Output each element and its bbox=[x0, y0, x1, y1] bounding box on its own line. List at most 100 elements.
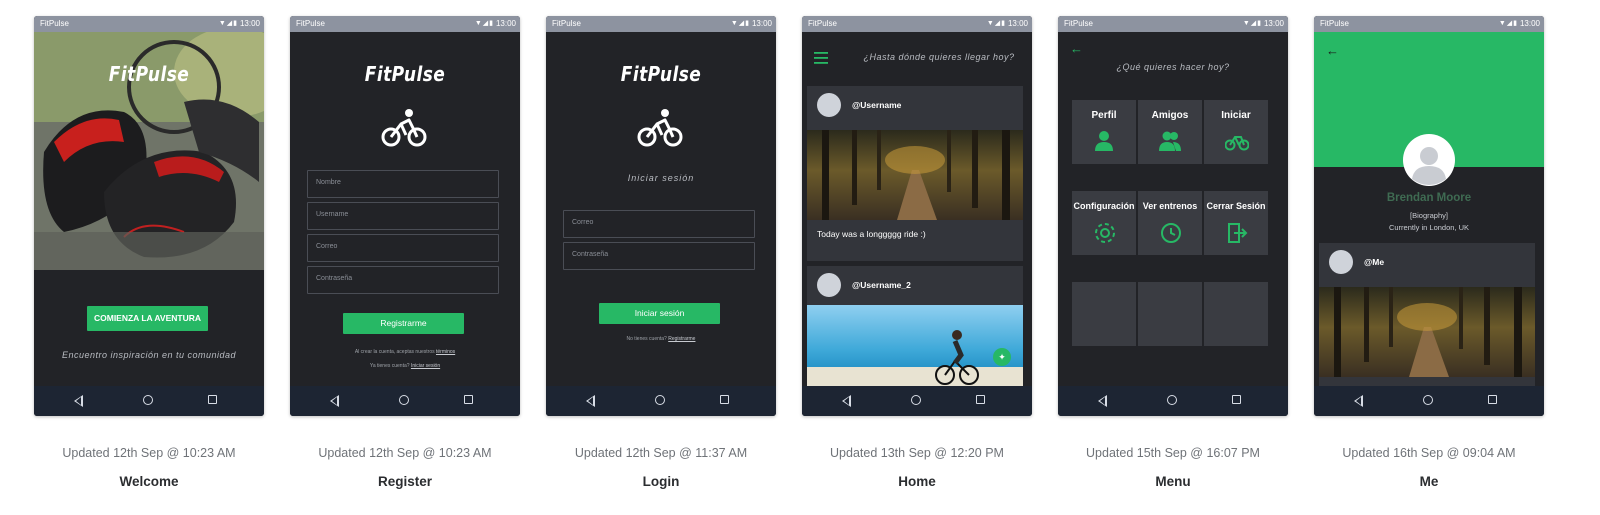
home-header: ¿Hasta dónde quieres llegar hoy? bbox=[863, 52, 1015, 62]
fab-button[interactable]: ✦ bbox=[993, 348, 1011, 366]
forest-road-photo bbox=[807, 130, 1023, 220]
back-icon[interactable] bbox=[1098, 395, 1107, 407]
home-icon[interactable] bbox=[399, 395, 409, 405]
register-phone: FitPulse ▼◢▮ 13:00 FitPulse Nombre Usern… bbox=[290, 16, 520, 416]
email-field[interactable]: Correo bbox=[563, 210, 755, 238]
start-tile[interactable]: Iniciar bbox=[1204, 100, 1268, 164]
tagline: Encuentro inspiración en tu comunidad bbox=[61, 350, 237, 360]
login-subtitle: Iniciar sesión bbox=[627, 173, 695, 183]
home-icon[interactable] bbox=[1167, 395, 1177, 405]
profile-avatar[interactable] bbox=[1402, 133, 1456, 187]
home-phone: FitPulse ▼◢▮ 13:00 ¿Hasta dónde quieres … bbox=[802, 16, 1032, 416]
back-icon[interactable] bbox=[586, 395, 595, 407]
tile-label: Configuración bbox=[1073, 201, 1135, 211]
status-app-name: FitPulse bbox=[1064, 19, 1093, 28]
status-app-name: FitPulse bbox=[1320, 19, 1349, 28]
status-time: 13:00 bbox=[239, 19, 260, 28]
cyclist-icon bbox=[637, 109, 683, 147]
email-field[interactable]: Correo bbox=[307, 234, 499, 262]
home-icon[interactable] bbox=[143, 395, 153, 405]
screen-title[interactable]: Register bbox=[290, 474, 520, 489]
username-field[interactable]: Username bbox=[307, 202, 499, 230]
screen-title[interactable]: Login bbox=[546, 474, 776, 489]
status-time: 13:00 bbox=[1007, 19, 1028, 28]
back-icon[interactable] bbox=[330, 395, 339, 407]
status-icons: ▼◢▮ bbox=[1498, 20, 1518, 27]
menu-header: ¿Qué quieres hacer hoy? bbox=[1116, 62, 1230, 72]
register-link[interactable]: Registrarme bbox=[668, 336, 695, 342]
screen-title[interactable]: Menu bbox=[1058, 474, 1288, 489]
android-nav-bar bbox=[1314, 386, 1544, 416]
password-field[interactable]: Contraseña bbox=[563, 242, 755, 270]
profile-tile[interactable]: Perfil bbox=[1072, 100, 1136, 164]
bicycle-icon bbox=[1225, 136, 1249, 151]
home-icon[interactable] bbox=[911, 395, 921, 405]
empty-tile bbox=[1138, 282, 1202, 346]
login-card: FitPulse ▼◢▮ 13:00 FitPulse Iniciar sesi… bbox=[546, 16, 776, 489]
status-bar: FitPulse ▼◢▮ 13:00 bbox=[34, 16, 264, 32]
register-button[interactable]: Registrarme bbox=[343, 313, 464, 334]
profile-bio: [Biography] bbox=[1410, 211, 1448, 220]
back-icon[interactable] bbox=[74, 395, 83, 407]
status-icons: ▼◢▮ bbox=[218, 20, 238, 27]
status-bar: FitPulse ▼◢▮ 13:00 bbox=[290, 16, 520, 32]
status-time: 13:00 bbox=[495, 19, 516, 28]
welcome-phone: FitPulse ▼◢▮ 13:00 FitPulse COMIENZA LA … bbox=[34, 16, 264, 416]
email-placeholder: Correo bbox=[316, 243, 338, 250]
login-link[interactable]: Iniciar sesión bbox=[411, 363, 440, 369]
gear-icon bbox=[1095, 223, 1115, 243]
tile-label: Ver entrenos bbox=[1142, 201, 1198, 211]
me-phone: FitPulse ▼◢▮ 13:00 ← Brendan Moore [Biog… bbox=[1314, 16, 1544, 416]
recents-icon[interactable] bbox=[1488, 395, 1497, 404]
back-icon[interactable] bbox=[1354, 395, 1363, 407]
cyclist-icon bbox=[381, 109, 427, 147]
tile-label: Perfil bbox=[1091, 110, 1117, 121]
status-bar: FitPulse ▼◢▮ 13:00 bbox=[546, 16, 776, 32]
start-adventure-button[interactable]: COMIENZA LA AVENTURA bbox=[87, 306, 208, 331]
logout-tile[interactable]: Cerrar Sesión bbox=[1204, 191, 1268, 255]
updated-date: Updated 12th Sep @ 10:23 AM bbox=[318, 446, 492, 460]
terms-link[interactable]: términos bbox=[436, 349, 455, 355]
updated-date: Updated 15th Sep @ 16:07 PM bbox=[1086, 446, 1260, 460]
post-username[interactable]: @Username_2 bbox=[852, 280, 911, 290]
welcome-card: FitPulse ▼◢▮ 13:00 FitPulse COMIENZA LA … bbox=[34, 16, 264, 489]
name-field[interactable]: Nombre bbox=[307, 170, 499, 198]
profile-name: Brendan Moore bbox=[1386, 192, 1472, 204]
screen-title[interactable]: Me bbox=[1314, 474, 1544, 489]
feed-post[interactable]: @Username_2 ✦ bbox=[807, 266, 1023, 386]
recents-icon[interactable] bbox=[464, 395, 473, 404]
group-icon bbox=[1159, 131, 1181, 151]
history-icon bbox=[1161, 223, 1181, 243]
recents-icon[interactable] bbox=[976, 395, 985, 404]
home-icon[interactable] bbox=[655, 395, 665, 405]
no-account-text: No tienes cuenta? Registrarme bbox=[626, 336, 696, 342]
login-button[interactable]: Iniciar sesión bbox=[599, 303, 720, 324]
screen-title[interactable]: Home bbox=[802, 474, 1032, 489]
back-arrow-icon[interactable]: ← bbox=[1326, 43, 1339, 58]
friends-tile[interactable]: Amigos bbox=[1138, 100, 1202, 164]
updated-date: Updated 16th Sep @ 09:04 AM bbox=[1342, 446, 1516, 460]
recents-icon[interactable] bbox=[720, 395, 729, 404]
back-arrow-icon[interactable]: ← bbox=[1070, 41, 1083, 56]
screen-title[interactable]: Welcome bbox=[34, 474, 264, 489]
avatar bbox=[1329, 250, 1353, 274]
settings-tile[interactable]: Configuración bbox=[1072, 191, 1136, 255]
status-app-name: FitPulse bbox=[40, 19, 69, 28]
feed-post[interactable]: @Username Today was a longgggg ride :) bbox=[807, 86, 1023, 261]
android-nav-bar bbox=[1058, 386, 1288, 416]
status-app-name: FitPulse bbox=[808, 19, 837, 28]
home-card: FitPulse ▼◢▮ 13:00 ¿Hasta dónde quieres … bbox=[802, 16, 1032, 489]
home-icon[interactable] bbox=[1423, 395, 1433, 405]
workouts-tile[interactable]: Ver entrenos bbox=[1138, 191, 1202, 255]
app-logo: FitPulse bbox=[364, 62, 446, 86]
back-icon[interactable] bbox=[842, 395, 851, 407]
post-username[interactable]: @Username bbox=[852, 100, 901, 110]
profile-post[interactable]: @Me bbox=[1319, 243, 1535, 388]
recents-icon[interactable] bbox=[208, 395, 217, 404]
password-placeholder: Contraseña bbox=[316, 275, 353, 282]
recents-icon[interactable] bbox=[1232, 395, 1241, 404]
password-field[interactable]: Contraseña bbox=[307, 266, 499, 294]
post-username[interactable]: @Me bbox=[1364, 257, 1384, 267]
login-phone: FitPulse ▼◢▮ 13:00 FitPulse Iniciar sesi… bbox=[546, 16, 776, 416]
post-caption: Today was a longgggg ride :) bbox=[817, 229, 926, 239]
